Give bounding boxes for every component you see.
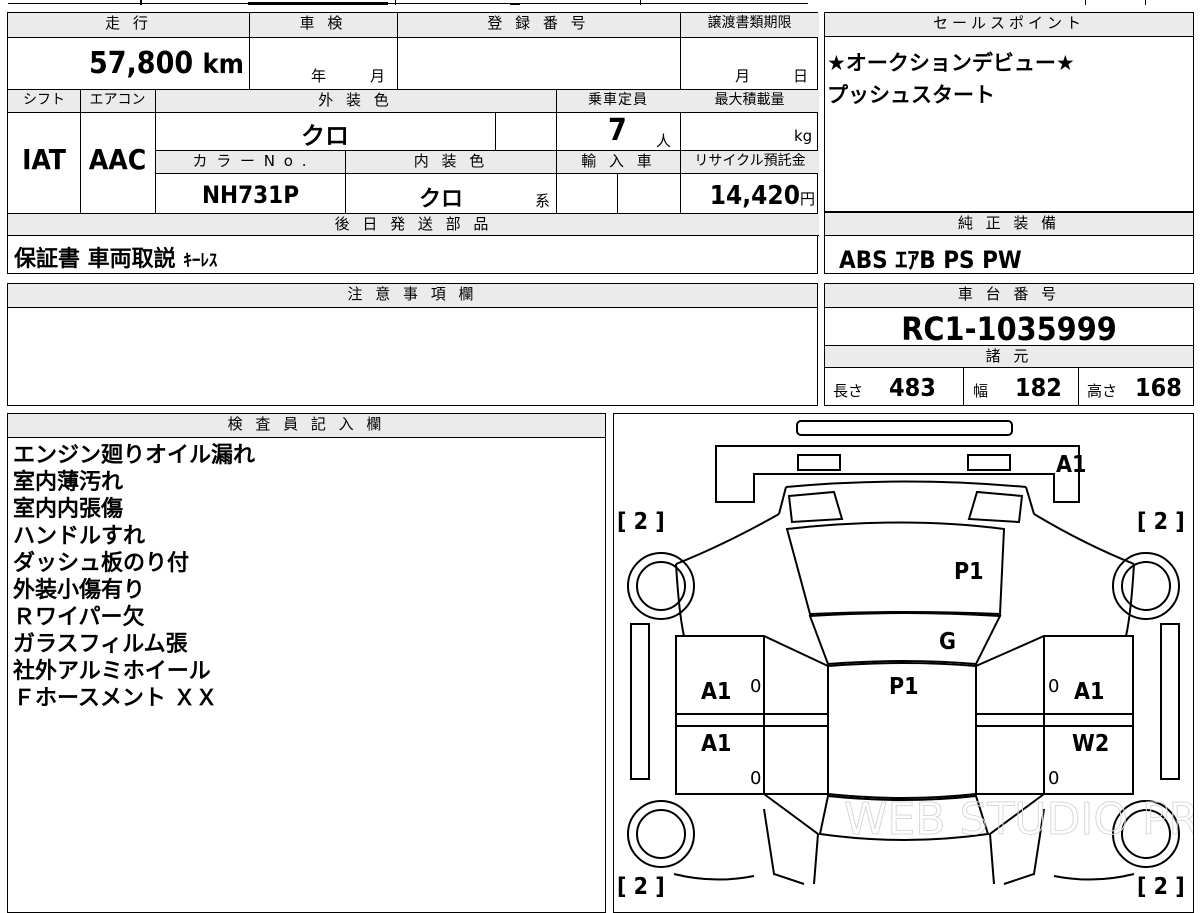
car-damage-diagram: WEB STUDIO PRO A1 P1 G P1 A1 A1 A1 W2 0 …: [613, 413, 1194, 913]
sales-point-line-2: プッシュスタート: [827, 83, 995, 107]
transfer-deadline-label: 譲渡書類期限: [680, 13, 819, 37]
color-no-value: NH731P: [201, 181, 300, 209]
mark-left-front-door: A1: [701, 679, 732, 705]
length-label: 長さ: [833, 382, 864, 400]
mark-right-front-door: A1: [1074, 679, 1105, 705]
standard-equipment-box: 純 正 装 備 ABS ｴｱB PS PW: [824, 212, 1194, 274]
inspector-line: Ｒワイパー欠: [13, 605, 145, 630]
shift-value: IAT: [22, 143, 66, 176]
inspector-lines: エンジン廻りオイル漏れ 室内薄汚れ 室内内張傷 ハンドルすれ ダッシュ板のり付 …: [13, 442, 255, 712]
inspector-line: 室内内張傷: [13, 497, 124, 522]
width-value: 182: [1015, 373, 1062, 402]
length-value: 483: [889, 373, 936, 402]
max-load-label: 最大積載量: [680, 90, 819, 112]
tire-front-right-mark: [ 2 ]: [1137, 509, 1185, 535]
inspector-line: 外装小傷有り: [13, 578, 146, 603]
mark-roof: P1: [889, 674, 919, 700]
mark-zero: 0: [1048, 676, 1060, 697]
capacity-unit: 人: [656, 132, 672, 150]
top-strip: [0, 0, 1200, 6]
interior-color-label: 内 装 色: [346, 151, 556, 173]
inspector-line: ハンドルすれ: [13, 524, 146, 549]
standard-equipment-value: ABS ｴｱB PS PW: [839, 246, 1022, 274]
height-value: 168: [1135, 373, 1182, 402]
width-label: 幅: [973, 382, 989, 400]
inspector-line: Ｆホースメント ＸＸ: [13, 686, 218, 711]
height-label: 高さ: [1087, 382, 1118, 400]
inspector-label: 検 査 員 記 入 欄: [8, 414, 605, 438]
sales-point-label: セールスポイント: [825, 13, 1193, 37]
later-parts-label: 後 日 発 送 部 品: [8, 214, 819, 236]
sales-point-line-1: ★オークションデビュー★: [827, 51, 1075, 75]
mark-front-top: A1: [1056, 452, 1087, 478]
exterior-color-label: 外 装 色: [155, 90, 556, 112]
inspector-line: 社外アルミホイール: [13, 659, 211, 684]
mark-windshield: G: [939, 629, 956, 655]
notes-box: 注 意 事 項 欄: [7, 283, 818, 406]
recycle-value: 14,420円: [709, 181, 815, 211]
max-load-unit: kg: [794, 127, 813, 145]
capacity-value: 7: [608, 113, 627, 148]
registration-label: 登 録 番 号: [397, 13, 680, 37]
aircon-label: エアコン: [80, 90, 155, 112]
mileage-value: 57,800 km: [88, 46, 244, 81]
aircon-value: AAC: [88, 143, 147, 176]
mark-zero: 0: [1048, 768, 1060, 789]
notes-label: 注 意 事 項 欄: [8, 284, 817, 308]
chassis-value: RC1-1035999: [901, 310, 1117, 348]
later-parts-value: 保証書 車両取説 ｷｰﾚｽ: [14, 247, 218, 272]
vehicle-info-table: 走 行 車 検 登 録 番 号 譲渡書類期限 57,800 km 年 月 月 日…: [7, 12, 819, 274]
tire-front-left-mark: [ 2 ]: [617, 509, 665, 535]
inspector-box: 検 査 員 記 入 欄 エンジン廻りオイル漏れ 室内薄汚れ 室内内張傷 ハンドル…: [7, 413, 606, 913]
recycle-label: リサイクル預託金: [681, 151, 819, 173]
standard-equipment-label: 純 正 装 備: [825, 213, 1193, 236]
mileage-label: 走 行: [8, 13, 249, 37]
shift-label: シフト: [8, 90, 80, 112]
transfer-month-unit: 月: [735, 67, 751, 85]
color-no-label: カ ラ ー N o .: [156, 151, 345, 173]
inspector-line: エンジン廻りオイル漏れ: [13, 443, 256, 468]
car-outline: WEB STUDIO PRO: [627, 420, 1194, 885]
mark-left-rear-door: A1: [701, 731, 732, 757]
shaken-month-unit: 月: [370, 67, 386, 85]
mark-hood: P1: [954, 559, 984, 585]
interior-color-suffix: 系: [535, 192, 551, 210]
inspector-line: ダッシュ板のり付: [13, 551, 190, 576]
tire-rear-right-mark: [ 2 ]: [1137, 874, 1185, 900]
shaken-year-unit: 年: [311, 67, 327, 85]
mark-zero: 0: [750, 676, 762, 697]
watermark: WEB STUDIO PRO: [844, 794, 1194, 845]
chassis-box: 車 台 番 号 RC1-1035999 諸 元 長さ 483 幅 182 高さ …: [824, 283, 1194, 406]
import-label: 輸 入 車: [557, 151, 680, 173]
capacity-label: 乗車定員: [556, 90, 680, 112]
transfer-day-unit: 日: [793, 67, 809, 85]
mark-zero: 0: [750, 768, 762, 789]
specs-label: 諸 元: [825, 345, 1193, 368]
inspector-line: 室内薄汚れ: [13, 470, 124, 495]
exterior-color-value: クロ: [301, 122, 349, 150]
chassis-label: 車 台 番 号: [825, 284, 1193, 308]
sales-point-box: セールスポイント ★オークションデビュー★ プッシュスタート: [824, 12, 1194, 212]
tire-rear-left-mark: [ 2 ]: [617, 874, 665, 900]
shaken-label: 車 検: [249, 13, 397, 37]
interior-color-value: クロ: [418, 187, 463, 212]
mark-right-rear-door: W2: [1072, 731, 1110, 757]
inspector-line: ガラスフィルム張: [13, 632, 188, 657]
